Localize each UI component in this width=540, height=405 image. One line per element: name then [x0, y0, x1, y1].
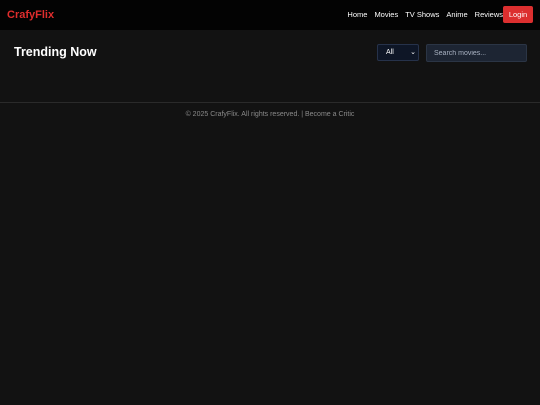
search-input[interactable]: [426, 44, 527, 62]
brand-logo[interactable]: CrafyFlix: [7, 8, 54, 22]
chevron-down-icon: ⌄: [410, 49, 416, 56]
navbar: CrafyFlix Home Movies TV Shows Anime Rev…: [0, 0, 540, 30]
footer-copyright: © 2025 CrafyFlix. All rights reserved.: [185, 111, 300, 118]
footer-divider: [0, 102, 540, 103]
nav-link-anime[interactable]: Anime: [446, 10, 467, 20]
login-button[interactable]: Login: [503, 6, 533, 23]
nav-link-movies[interactable]: Movies: [374, 10, 398, 20]
page-title: Trending Now: [14, 45, 97, 59]
nav-link-tv-shows[interactable]: TV Shows: [405, 10, 439, 20]
nav-link-reviews[interactable]: Reviews: [475, 10, 503, 20]
footer: © 2025 CrafyFlix. All rights reserved. |…: [0, 110, 540, 119]
category-filter-value: All: [386, 49, 394, 56]
nav-links: Home Movies TV Shows Anime Reviews: [347, 10, 503, 20]
nav-link-home[interactable]: Home: [347, 10, 367, 20]
category-filter-select[interactable]: All ⌄: [377, 44, 419, 61]
become-critic-link[interactable]: Become a Critic: [305, 111, 354, 118]
